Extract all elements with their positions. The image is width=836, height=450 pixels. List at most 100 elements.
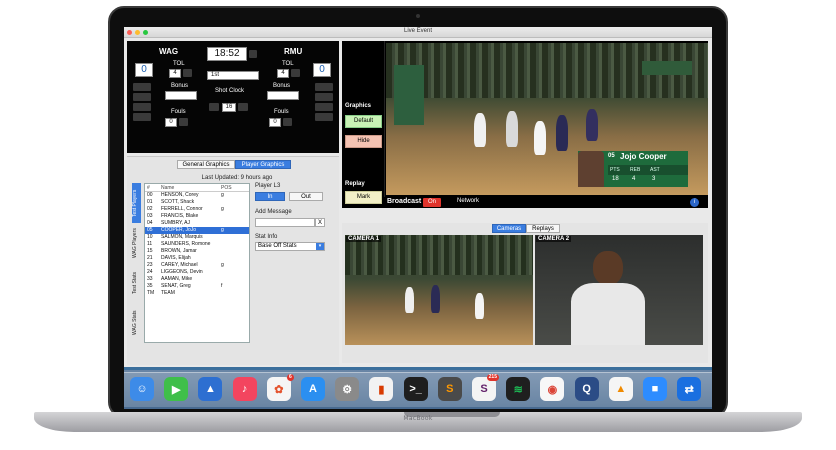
broadcast-on-toggle[interactable]: On [423, 198, 441, 207]
side-tab-wag-players[interactable]: WAG Players [132, 223, 141, 263]
live-game-feed: 05 Jojo Cooper PTS REB AST 18 4 3 [386, 43, 708, 195]
zoom-icon[interactable]: ■ [643, 377, 667, 401]
info-icon[interactable]: i [690, 198, 699, 207]
home-action-button-1[interactable] [133, 83, 151, 91]
roster-row[interactable]: TM TEAM [145, 290, 249, 297]
away-fouls-stepper[interactable] [283, 118, 292, 126]
mark-replay-button[interactable]: Mark [345, 191, 382, 204]
away-fouls[interactable]: 0 [269, 118, 281, 127]
player-l3-out-button[interactable]: Out [289, 192, 323, 201]
stat-info-label: Stat Info [255, 234, 278, 240]
game-clock[interactable]: 18:52 [207, 47, 247, 61]
player-figure [405, 287, 414, 313]
roster-name: FERRELL, Connor [161, 206, 203, 212]
spotify-icon[interactable]: ≋ [506, 377, 531, 401]
roster-row[interactable]: 10 SALMON, Marquis [145, 234, 249, 241]
camera-2-feed[interactable]: CAMERA 2 [535, 235, 703, 345]
terminal-icon[interactable]: >_ [403, 377, 428, 401]
stat-labels-row: PTS REB AST [608, 165, 688, 175]
screen: Live Event WAG 18:52 RMU 0 0 TOL 4 TOL 4… [124, 27, 712, 409]
away-tol-stepper[interactable] [291, 69, 300, 77]
side-tab-test-players[interactable]: Test Players [132, 183, 141, 223]
roster-row[interactable]: 01 SCOTT, Shack [145, 199, 249, 206]
roster-row[interactable]: 04 SUMBRY, AJ [145, 220, 249, 227]
stat-info-select[interactable]: Base Off Stats ▾ [255, 242, 325, 251]
home-action-button-4[interactable] [133, 113, 151, 121]
message-input[interactable] [255, 218, 315, 227]
teamviewer-icon[interactable]: ⇄ [677, 377, 702, 401]
home-action-button-2[interactable] [133, 93, 151, 101]
roster-row[interactable]: 15 BROWN, Jamar [145, 248, 249, 255]
tab-general-graphics[interactable]: General Graphics [177, 160, 235, 169]
default-graphics-button[interactable]: Default [345, 115, 382, 128]
keynote-icon[interactable]: ▲ [198, 377, 223, 401]
roster-row[interactable]: 23 CAREY, Michael g [145, 262, 249, 269]
away-action-button-2[interactable] [315, 93, 333, 101]
away-tol[interactable]: 4 [277, 69, 289, 78]
col-number[interactable]: # [145, 184, 161, 191]
away-bonus-select[interactable] [267, 91, 299, 100]
clear-message-button[interactable]: X [315, 218, 325, 227]
home-fouls[interactable]: 0 [165, 118, 177, 127]
roster-row[interactable]: 11 SAUNDERS, Romone [145, 241, 249, 248]
away-score[interactable]: 0 [313, 63, 331, 77]
shot-clock-start-button[interactable] [238, 103, 248, 111]
vlc-icon[interactable]: ▲ [608, 377, 633, 401]
roster-row[interactable]: 33 AAMAN, Mike [145, 276, 249, 283]
away-action-button-4[interactable] [315, 113, 333, 121]
away-action-button-3[interactable] [315, 103, 333, 111]
roster-number: 05 [147, 227, 153, 233]
home-fouls-stepper[interactable] [179, 118, 188, 126]
system-preferences-icon[interactable]: ⚙ [335, 377, 360, 401]
period-select[interactable]: 1st [207, 71, 259, 80]
appstore-icon[interactable]: A [301, 377, 325, 401]
player-lower-third: 05 Jojo Cooper PTS REB AST 18 4 3 [578, 151, 688, 187]
roster-name: SUMBRY, AJ [161, 220, 190, 226]
side-tab-wag-stats[interactable]: WAG Stats [132, 303, 141, 343]
camera-1-feed[interactable]: CAMERA 1 [345, 235, 533, 345]
lower-third-name: Jojo Cooper [620, 152, 667, 161]
hide-graphics-button[interactable]: Hide [345, 135, 382, 148]
player-l3-in-button[interactable]: In [255, 192, 285, 201]
facetime-icon[interactable]: ▶ [164, 377, 189, 401]
home-action-button-3[interactable] [133, 103, 151, 111]
quicktime-icon[interactable]: Q [574, 377, 599, 401]
office-icon[interactable]: ▮ [369, 377, 394, 401]
shot-clock-reset-button[interactable] [209, 103, 219, 111]
tab-replays[interactable]: Replays [526, 224, 560, 233]
roster-row[interactable]: 35 SENAT, Greg f [145, 283, 249, 290]
slack-icon[interactable]: S 215 [472, 374, 499, 401]
roster-row[interactable]: 03 FRANCIS, Blake [145, 213, 249, 220]
col-pos[interactable]: POS [221, 184, 241, 191]
home-bonus-select[interactable] [165, 91, 197, 100]
music-icon[interactable]: ♪ [232, 377, 257, 401]
tab-cameras[interactable]: Cameras [492, 224, 526, 233]
camera-2-label: CAMERA 2 [536, 236, 572, 242]
roster-pos [221, 269, 241, 276]
roster-row[interactable]: 00 HENSON, Corey g [145, 192, 249, 199]
tab-player-graphics[interactable]: Player Graphics [235, 160, 291, 169]
side-tab-test-stats[interactable]: Test Stats [132, 263, 141, 303]
roster-pos: g [221, 262, 224, 268]
roster-number: TM [147, 290, 155, 296]
roster-name: HENSON, Corey [161, 192, 199, 198]
roster-row[interactable]: 24 LIGGEONS, Devin [145, 269, 249, 276]
home-tol[interactable]: 4 [169, 69, 181, 78]
roster-row[interactable]: 21 DAVIS, Elijah [145, 255, 249, 262]
finder-icon[interactable]: ☺ [130, 377, 154, 401]
stat-label-pts: PTS [610, 167, 620, 173]
away-action-button-1[interactable] [315, 83, 333, 91]
photos-icon[interactable]: ✿ 6 [266, 374, 294, 401]
sublime-icon[interactable]: S [437, 377, 462, 401]
home-tol-stepper[interactable] [183, 69, 192, 77]
roster-name: SENAT, Greg [161, 283, 191, 289]
chrome-icon[interactable]: ◉ [540, 377, 565, 401]
roster-row[interactable]: 05 COOPER, JoJo g [145, 227, 249, 234]
clock-toggle-button[interactable] [249, 50, 257, 58]
webcam [416, 14, 420, 18]
col-name[interactable]: Name [161, 184, 221, 191]
shot-clock[interactable]: 16 [222, 103, 236, 112]
home-score[interactable]: 0 [135, 63, 153, 77]
roster-row[interactable]: 02 FERRELL, Connor g [145, 206, 249, 213]
away-fouls-label: Fouls [274, 109, 289, 115]
